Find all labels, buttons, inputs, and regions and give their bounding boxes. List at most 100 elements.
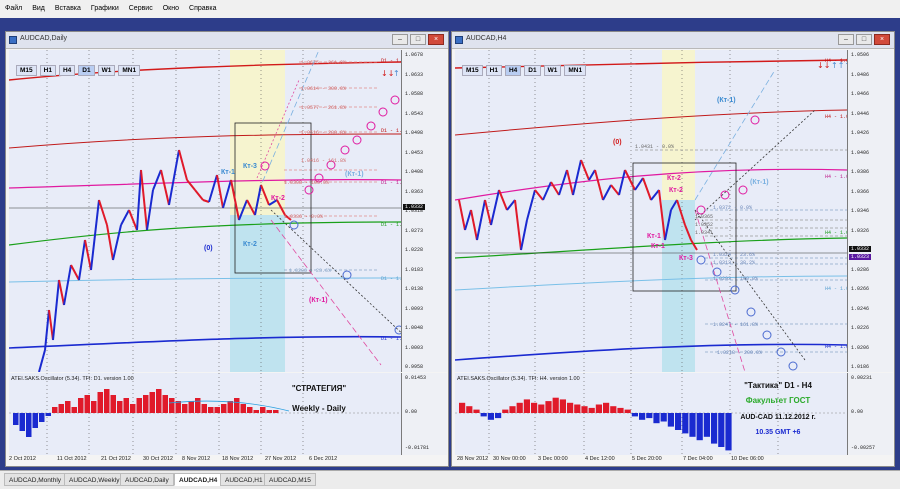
oscillator-bar [718, 413, 725, 447]
price-chart-area[interactable]: ↓↓↑↑1.0675 - 361.8%1.0614 - 300.0%1.0577… [8, 49, 414, 373]
price-path-segment [642, 177, 652, 201]
level-label: H4 - 1.0463 [825, 114, 847, 120]
price-axis[interactable]: 1.0678 1.0633 1.0588 1.0543 1.0498 1.0453 1.04… [401, 50, 447, 372]
window-titlebar[interactable]: AUDCAD,Daily – □ × [6, 32, 448, 49]
price-chart-svg: ↓↓↑↑1.0675 - 361.8%1.0614 - 300.0%1.0577… [8, 49, 414, 373]
minimize-button[interactable]: – [838, 34, 854, 45]
chart-window-h4[interactable]: AUDCAD,H4 – □ × ↓↓↑↑↑1.0431 - 0.0%1.0372… [451, 31, 895, 467]
time-tick-label: 6 Dec 2012 [309, 456, 338, 462]
price-path-segment [580, 159, 590, 181]
oscillator-title: ATEI.SAKS.Oscillator (5.34). TFI: H4. ve… [457, 376, 580, 382]
level-label: H4 - 1.0204 [825, 344, 847, 350]
projection-circle [750, 115, 760, 125]
price-path-segment [550, 181, 560, 196]
timeframe-button-m15[interactable]: M15 [16, 65, 37, 76]
band-line [454, 275, 848, 291]
price-axis[interactable]: 1.0506 1.0486 1.0466 1.0446 1.0426 1.0406 1.03… [847, 50, 893, 372]
menu-charts[interactable]: Графики [86, 0, 124, 18]
price-tick-label: 1.0186 [851, 364, 870, 370]
tab-audcad-weekly[interactable]: AUDCAD,Weekly [64, 473, 125, 486]
chart-window-icon [455, 36, 463, 44]
tab-audcad-h1[interactable]: AUDCAD,H1 [220, 473, 268, 486]
price-tick-label: 1.0446 [851, 110, 870, 117]
price-tick-label: 1.0498 [405, 130, 424, 136]
oscillator-bar [240, 404, 246, 413]
timeframe-button-d1[interactable]: D1 [524, 65, 541, 76]
oscillator-bar [32, 413, 38, 428]
close-button[interactable]: × [874, 34, 890, 45]
signal-arrow-icon: ↑↑ [393, 69, 401, 78]
menu-file[interactable]: Файл [0, 0, 27, 18]
price-tick-label: 1.0003 [405, 344, 424, 351]
chart-window-daily[interactable]: AUDCAD,Daily – □ × ↓↓↑↑1.0675 - 361.8%1.… [5, 31, 449, 467]
wave-point-label: Кт-1 [221, 169, 235, 176]
level-label: D1 - 1.0429 [381, 180, 401, 186]
price-path-segment [558, 169, 568, 196]
price-path-segment [634, 177, 644, 191]
timeframe-button-h1[interactable]: H1 [485, 65, 502, 76]
menu-help[interactable]: Справка [184, 0, 221, 18]
price-tick-label: 1.0406 [851, 149, 870, 156]
oscillator-axis: 0.00231 0.00 -0.00257 [847, 373, 893, 455]
oscillator-tick-label: 0.00 [851, 409, 864, 415]
timeframe-button-m15[interactable]: M15 [462, 65, 483, 76]
timeframe-button-h4[interactable]: H4 [504, 65, 522, 76]
level-label: D1 - 1.0176 [381, 276, 401, 282]
price-tick-label: 1.0543 [405, 110, 424, 117]
timeframe-button-h4[interactable]: H4 [58, 65, 76, 76]
menu-view[interactable]: Вид [27, 0, 50, 18]
band-line [8, 221, 402, 246]
price-path-segment [610, 184, 620, 196]
price-path-segment [178, 149, 188, 181]
time-tick-label: 10 Dec 06:00 [731, 456, 764, 462]
timeframe-button-w1[interactable]: W1 [97, 65, 116, 76]
oscillator-bar [156, 389, 162, 413]
oscillator-bar [39, 413, 45, 422]
price-chart-area[interactable]: ↓↓↑↑↑1.0431 - 0.0%1.0372 - 0.0%1.03651.0… [454, 50, 858, 373]
timeframe-button-w1[interactable]: W1 [543, 65, 562, 76]
wave-point-label: (Кт-1) [750, 179, 769, 186]
price-path-segment [594, 169, 604, 201]
time-tick-label: 27 Nov 2012 [265, 456, 297, 462]
fib-level-label: 1.0341 [695, 230, 713, 236]
menu-insert[interactable]: Вставка [50, 0, 86, 18]
oscillator-area[interactable]: ATEI.SAKS.Oscillator (5.34). TFI: D1. ve… [9, 373, 401, 455]
tab-audcad-h4[interactable]: AUDCAD,H4 [174, 473, 223, 486]
fib-level-label: 1.0416 - 161.8% [301, 158, 346, 164]
price-tick-label: 0.9958 [405, 364, 424, 370]
maximize-button[interactable]: □ [410, 34, 426, 45]
window-titlebar[interactable]: AUDCAD,H4 – □ × [452, 32, 894, 49]
menu-window[interactable]: Окно [158, 0, 184, 18]
level-label: H4 - 1.0527 [825, 58, 847, 64]
wave-point-label: Кт-1 [651, 243, 665, 250]
oscillator-bar [247, 407, 253, 413]
maximize-button[interactable]: □ [856, 34, 872, 45]
price-path-segment [572, 159, 582, 196]
oscillator-bar [502, 409, 509, 413]
price-tick-label: 1.0346 [851, 208, 870, 214]
timeframe-button-mn1[interactable]: MN1 [564, 65, 587, 76]
current-price-box: 1.0323 [849, 254, 872, 260]
price-path-segment [222, 179, 232, 209]
price-path-segment [514, 199, 522, 251]
tab-audcad-daily[interactable]: AUDCAD,Daily [120, 473, 174, 486]
timeframe-button-mn1[interactable]: MN1 [118, 65, 141, 76]
minimize-button[interactable]: – [392, 34, 408, 45]
wave-point-label: (0) [204, 245, 213, 252]
wave-point-label: Кт-2 [271, 195, 285, 202]
price-path-segment [146, 189, 154, 231]
price-tick-label: 1.0426 [851, 130, 870, 136]
oscillator-bar [149, 392, 155, 413]
tactic-title: "Тактика" D1 - H4 [744, 381, 812, 390]
menu-service[interactable]: Сервис [124, 0, 158, 18]
price-tick-label: 1.0466 [851, 91, 870, 97]
price-path-segment [484, 199, 492, 226]
timeframe-button-d1[interactable]: D1 [78, 65, 95, 76]
timeframe-button-h1[interactable]: H1 [39, 65, 56, 76]
price-path-segment [120, 209, 130, 226]
close-button[interactable]: × [428, 34, 444, 45]
fib-level-label: 1.0293 - 100.0% [713, 276, 758, 282]
tab-audcad-m15[interactable]: AUDCAD,M15 [264, 473, 316, 486]
tab-audcad-monthly[interactable]: AUDCAD,Monthly [4, 473, 67, 486]
oscillator-area[interactable]: ATEI.SAKS.Oscillator (5.34). TFI: H4. ve… [455, 373, 847, 455]
